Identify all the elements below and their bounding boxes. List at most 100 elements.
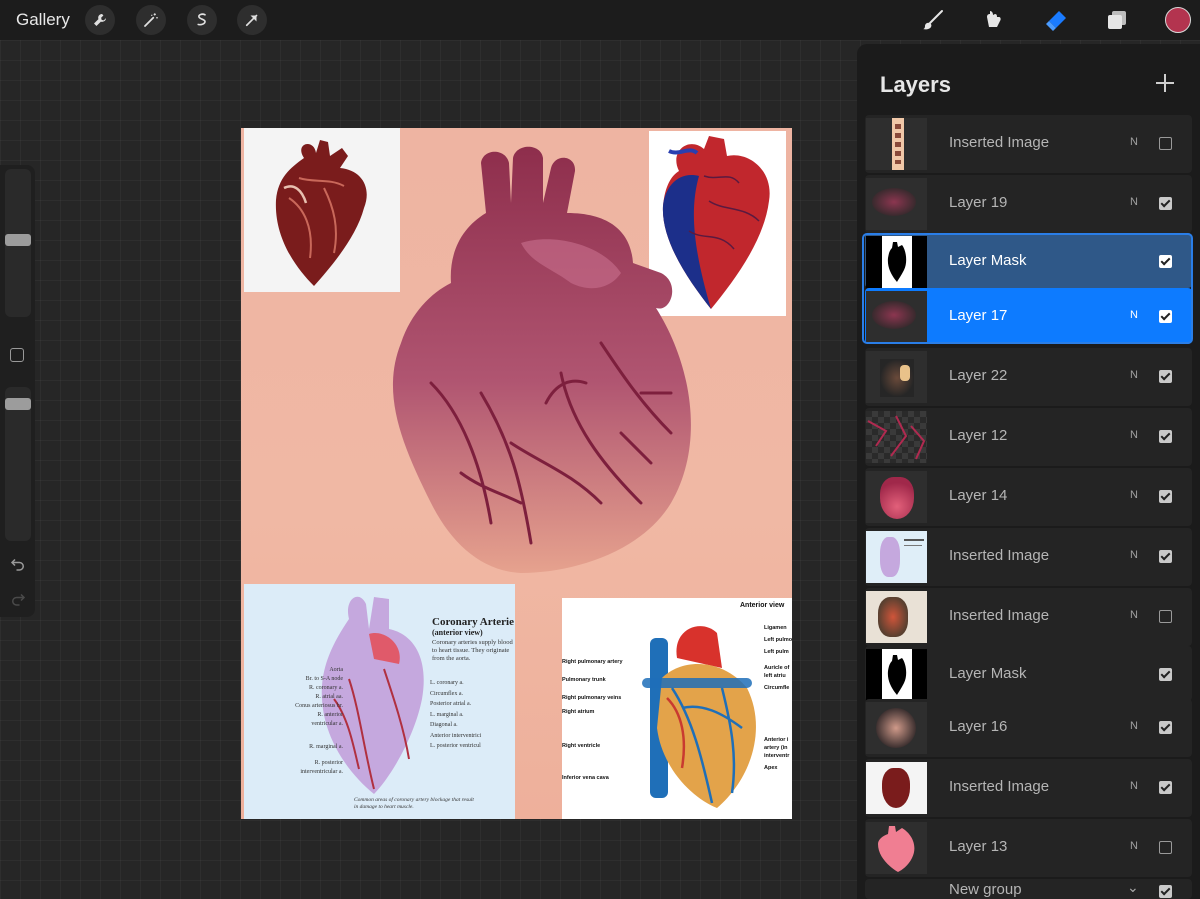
layer-thumbnail[interactable] <box>866 531 927 583</box>
layer-thumbnail[interactable] <box>866 762 927 814</box>
opacity-slider-thumb[interactable] <box>5 398 31 410</box>
visibility-checkbox[interactable] <box>1159 781 1172 794</box>
label: L. marginal a. <box>430 711 464 718</box>
layer-name: New group <box>949 881 1022 898</box>
layer-thumbnail[interactable] <box>866 118 927 170</box>
visibility-checkbox[interactable] <box>1159 610 1172 623</box>
blend-mode-button[interactable]: N <box>1130 840 1138 852</box>
layer-row[interactable]: Inserted Image N <box>865 528 1192 586</box>
layer-thumbnail[interactable] <box>866 649 927 701</box>
opacity-slider[interactable] <box>5 387 31 541</box>
layer-name: Layer 16 <box>949 718 1008 735</box>
layer-thumbnail[interactable] <box>866 178 927 230</box>
drawing-canvas[interactable]: Coronary Arterie (anterior view) Coronar… <box>241 128 792 819</box>
layer-row[interactable]: Layer 12 N <box>865 408 1192 466</box>
smudge-icon[interactable] <box>979 5 1009 35</box>
layer-thumbnail[interactable] <box>866 591 927 643</box>
coronary-description: Coronary arteries supply blood to heart … <box>432 639 513 662</box>
layer-row[interactable]: Layer 13 N <box>865 819 1192 877</box>
blend-mode-button[interactable]: N <box>1130 429 1138 441</box>
chevron-down-icon[interactable]: ⌄ <box>1127 879 1139 896</box>
visibility-checkbox[interactable] <box>1159 370 1172 383</box>
blend-mode-button[interactable]: N <box>1130 489 1138 501</box>
label: Ligamen <box>764 625 787 631</box>
blend-mode-button[interactable]: N <box>1130 549 1138 561</box>
layer-thumbnail[interactable] <box>866 351 927 403</box>
label: Diagonal a. <box>430 722 458 728</box>
color-picker-button[interactable] <box>1165 7 1191 33</box>
layer-name: Inserted Image <box>949 607 1050 624</box>
brush-icon[interactable] <box>918 5 948 35</box>
visibility-checkbox[interactable] <box>1159 255 1172 268</box>
top-toolbar: Gallery <box>0 0 1200 40</box>
blend-mode-button[interactable]: N <box>1130 720 1138 732</box>
layers-panel: Layers Inserted Image N Layer 19 N Layer Mas… <box>857 44 1200 899</box>
label: Inferior vena cava <box>562 775 609 781</box>
layer-thumbnail[interactable] <box>866 822 927 874</box>
visibility-checkbox[interactable] <box>1159 310 1172 323</box>
layer-name: Layer 17 <box>949 307 1008 324</box>
blend-mode-button[interactable]: N <box>1130 609 1138 621</box>
gallery-button[interactable]: Gallery <box>16 10 70 30</box>
layer-row[interactable]: Layer Mask <box>865 646 1192 701</box>
visibility-checkbox[interactable] <box>1159 885 1172 898</box>
layer-thumbnail[interactable] <box>866 702 927 754</box>
coronary-left-labels: Aorta Br. to S-A node R. coronary a. R. … <box>248 666 343 777</box>
layer-row[interactable]: Inserted Image N <box>865 588 1192 646</box>
label: Aorta <box>329 667 343 673</box>
selection-icon[interactable] <box>187 5 217 35</box>
plus-icon[interactable] <box>1153 71 1177 95</box>
label: R. posterior <box>314 760 343 766</box>
visibility-checkbox[interactable] <box>1159 197 1172 210</box>
blend-mode-button[interactable]: N <box>1130 136 1138 148</box>
size-slider-thumb[interactable] <box>5 234 31 246</box>
visibility-checkbox[interactable] <box>1159 490 1172 503</box>
label: Circumflex a. <box>430 690 463 697</box>
layer-row[interactable]: Layer Mask <box>865 233 1192 288</box>
label: Anterior interventrici <box>430 732 482 739</box>
label: Left pulmo <box>764 637 792 643</box>
layer-name: Inserted Image <box>949 547 1050 564</box>
coronary-footnote: Common areas of coronary artery blockage… <box>354 797 474 810</box>
layer-thumbnail[interactable] <box>866 236 927 288</box>
transform-arrow-icon[interactable] <box>237 5 267 35</box>
visibility-checkbox[interactable] <box>1159 668 1172 681</box>
layer-name: Layer 19 <box>949 194 1008 211</box>
visibility-checkbox[interactable] <box>1159 430 1172 443</box>
label: Conus arteriosus br. <box>295 703 343 709</box>
left-sidebar <box>0 165 35 617</box>
wrench-icon[interactable] <box>85 5 115 35</box>
visibility-checkbox[interactable] <box>1159 550 1172 563</box>
blend-mode-button[interactable]: N <box>1130 780 1138 792</box>
layer-name: Inserted Image <box>949 778 1050 795</box>
layer-row[interactable]: Inserted Image N <box>865 759 1192 817</box>
blend-mode-button[interactable]: N <box>1130 196 1138 208</box>
visibility-checkbox[interactable] <box>1159 137 1172 150</box>
label: ventricular a. <box>311 721 343 727</box>
redo-icon[interactable] <box>9 590 27 608</box>
layer-row[interactable]: Layer 19 N <box>865 175 1192 233</box>
visibility-checkbox[interactable] <box>1159 841 1172 854</box>
layer-row[interactable]: Layer 22 N <box>865 348 1192 406</box>
layer-row[interactable]: Layer 17 N <box>865 288 1192 344</box>
layer-row[interactable]: Layer 14 N <box>865 468 1192 526</box>
blend-mode-button[interactable]: N <box>1130 309 1138 321</box>
coronary-subtitle: (anterior view) <box>432 628 483 637</box>
eraser-icon[interactable] <box>1041 5 1071 35</box>
layer-row[interactable]: Inserted Image N <box>865 115 1192 173</box>
layers-icon[interactable] <box>1102 5 1132 35</box>
magic-wand-icon[interactable] <box>136 5 166 35</box>
modify-button[interactable] <box>10 348 24 362</box>
layer-thumbnail[interactable] <box>866 291 927 343</box>
layer-thumbnail[interactable] <box>866 471 927 523</box>
label: Apex <box>764 765 778 771</box>
layer-row[interactable]: Layer 16 N <box>865 699 1192 757</box>
blend-mode-button[interactable]: N <box>1130 369 1138 381</box>
label: interventricular a. <box>300 769 343 775</box>
visibility-checkbox[interactable] <box>1159 721 1172 734</box>
undo-icon[interactable] <box>9 555 27 573</box>
layer-thumbnail[interactable] <box>866 411 927 463</box>
label: Right pulmonary artery <box>562 659 623 665</box>
coronary-right-labels: L. coronary a. Circumflex a. Posterior a… <box>430 678 514 752</box>
layer-row[interactable]: New group ⌄ <box>865 879 1192 899</box>
